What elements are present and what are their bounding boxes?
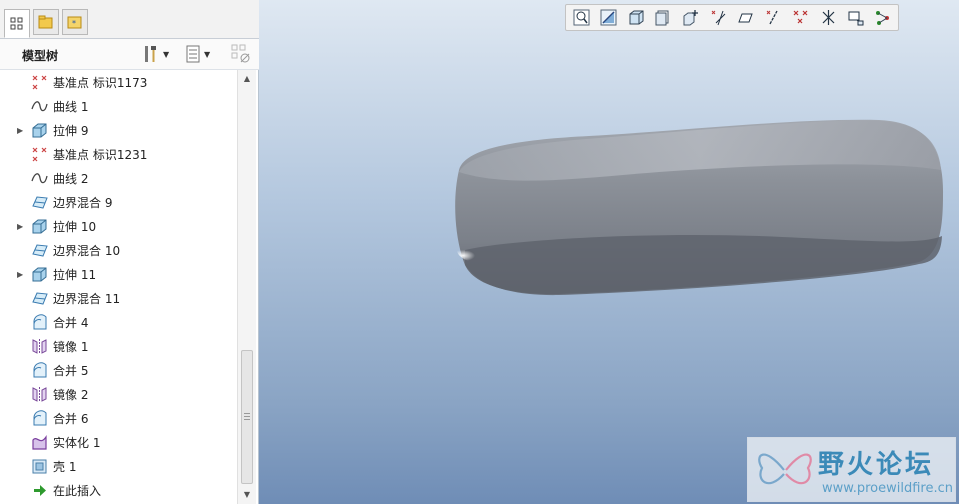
tree-item-label: 合并 6 [53, 411, 89, 426]
boundary-blend-icon [31, 290, 48, 307]
tools-icon [145, 46, 156, 62]
tree-item[interactable]: 镜像 1 [0, 334, 237, 358]
boundary-blend-icon [31, 194, 48, 211]
tree-item-label: 镜像 1 [53, 339, 89, 354]
tree-item-label: 镜像 2 [53, 387, 89, 402]
extrude-icon [31, 218, 48, 235]
dropdown-arrow-icon: ▼ [163, 49, 170, 59]
tree-item[interactable]: 合并 5 [0, 358, 237, 382]
list-settings-icon [186, 45, 200, 63]
tree-item[interactable]: 基准点 标识1173 [0, 70, 237, 94]
tree-item[interactable]: 合并 4 [0, 310, 237, 334]
svg-text:*: * [72, 19, 76, 28]
tree-item-label: 曲线 2 [53, 171, 89, 186]
model-tree-panel: * 模型树 ▼ ▼ 基准点 标识1173 曲线 1 ▶ 拉伸 9 基准点 标识1… [0, 0, 259, 504]
tree-item[interactable]: 曲线 2 [0, 166, 237, 190]
tree-item-label: 合并 4 [53, 315, 89, 330]
mirror-icon [31, 338, 48, 355]
panel-tabs: * [0, 0, 259, 39]
tree-item-label: 曲线 1 [53, 99, 89, 114]
tree-item-label: 基准点 标识1231 [53, 147, 148, 162]
merge-icon [31, 361, 48, 379]
model-tree-tab[interactable] [4, 9, 30, 38]
tree-scrollbar[interactable]: ▲ ▼ [237, 70, 256, 504]
graphics-viewport[interactable]: 野火论坛 www.proewildfire.cn [259, 0, 959, 504]
mirror-icon [31, 386, 48, 403]
merge-icon [31, 313, 48, 331]
tree-item-label: 拉伸 11 [53, 267, 97, 282]
tree-item[interactable]: 壳 1 [0, 454, 237, 478]
favorites-tab[interactable]: * [62, 9, 88, 35]
tree-item-label: 边界混合 9 [53, 195, 113, 210]
datum-point-icon [31, 146, 48, 163]
tree-item[interactable]: 曲线 1 [0, 94, 237, 118]
model-tree: 基准点 标识1173 曲线 1 ▶ 拉伸 9 基准点 标识1231 曲线 2 边… [0, 70, 237, 504]
shell-icon [31, 458, 48, 475]
tree-filter-button[interactable] [231, 43, 251, 65]
model-shadow-band [465, 234, 942, 296]
tree-item-label: 实体化 1 [53, 435, 101, 450]
tree-item[interactable]: 实体化 1 [0, 430, 237, 454]
tree-item-label: 边界混合 11 [53, 291, 121, 306]
tree-item[interactable]: 边界混合 9 [0, 190, 237, 214]
tree-item[interactable]: 镜像 2 [0, 382, 237, 406]
tree-item[interactable]: ▶ 拉伸 10 [0, 214, 237, 238]
tree-item-label: 基准点 标识1173 [53, 75, 148, 90]
tree-icon [10, 17, 23, 29]
boundary-blend-icon [31, 242, 48, 259]
dropdown-arrow-icon: ▼ [204, 49, 211, 59]
expand-arrow-icon[interactable]: ▶ [17, 270, 27, 279]
extrude-icon [31, 266, 48, 283]
insert-here-arrow-icon [31, 482, 48, 499]
show-hide-filter-icon [231, 44, 250, 63]
watermark-url: www.proewildfire.cn [822, 481, 953, 496]
tree-item-label: 边界混合 10 [53, 243, 121, 258]
favorites-folder-icon: * [67, 16, 82, 29]
tree-item[interactable]: 边界混合 11 [0, 286, 237, 310]
tree-item[interactable]: ▶ 拉伸 9 [0, 118, 237, 142]
tree-item-label: 壳 1 [53, 459, 77, 474]
curve-icon [31, 98, 48, 115]
folder-browser-tab[interactable] [33, 9, 59, 35]
solidify-icon [31, 434, 48, 451]
tree-settings-button[interactable]: ▼ [143, 43, 169, 65]
extrude-icon [31, 122, 48, 139]
scroll-up-arrow-icon[interactable]: ▲ [240, 72, 254, 86]
datum-point-icon [31, 74, 48, 91]
expand-arrow-icon[interactable]: ▶ [17, 222, 27, 231]
tree-item[interactable]: 在此插入 [0, 478, 237, 502]
model-tree-header: 模型树 ▼ ▼ [0, 39, 259, 70]
model-tree-title: 模型树 [22, 49, 59, 63]
model-highlight [457, 236, 517, 264]
model-render [455, 119, 944, 296]
folder-icon [38, 15, 53, 29]
tree-columns-button[interactable]: ▼ [186, 43, 210, 65]
tree-item-label: 合并 5 [53, 363, 89, 378]
tree-item-label: 拉伸 9 [53, 123, 89, 138]
tree-item[interactable]: 合并 6 [0, 406, 237, 430]
tree-item-label: 拉伸 10 [53, 219, 97, 234]
expand-arrow-icon[interactable]: ▶ [17, 126, 27, 135]
merge-icon [31, 409, 48, 427]
scroll-down-arrow-icon[interactable]: ▼ [240, 488, 254, 502]
tree-item[interactable]: 边界混合 10 [0, 238, 237, 262]
watermark-text: 野火论坛 [818, 450, 935, 480]
tree-item-label: 在此插入 [53, 483, 102, 498]
butterfly-logo-icon [758, 453, 812, 485]
scrollbar-thumb[interactable] [241, 350, 253, 484]
tree-item[interactable]: 基准点 标识1231 [0, 142, 237, 166]
forum-watermark: 野火论坛 www.proewildfire.cn [747, 437, 956, 502]
curve-icon [31, 170, 48, 187]
tree-item[interactable]: ▶ 拉伸 11 [0, 262, 237, 286]
